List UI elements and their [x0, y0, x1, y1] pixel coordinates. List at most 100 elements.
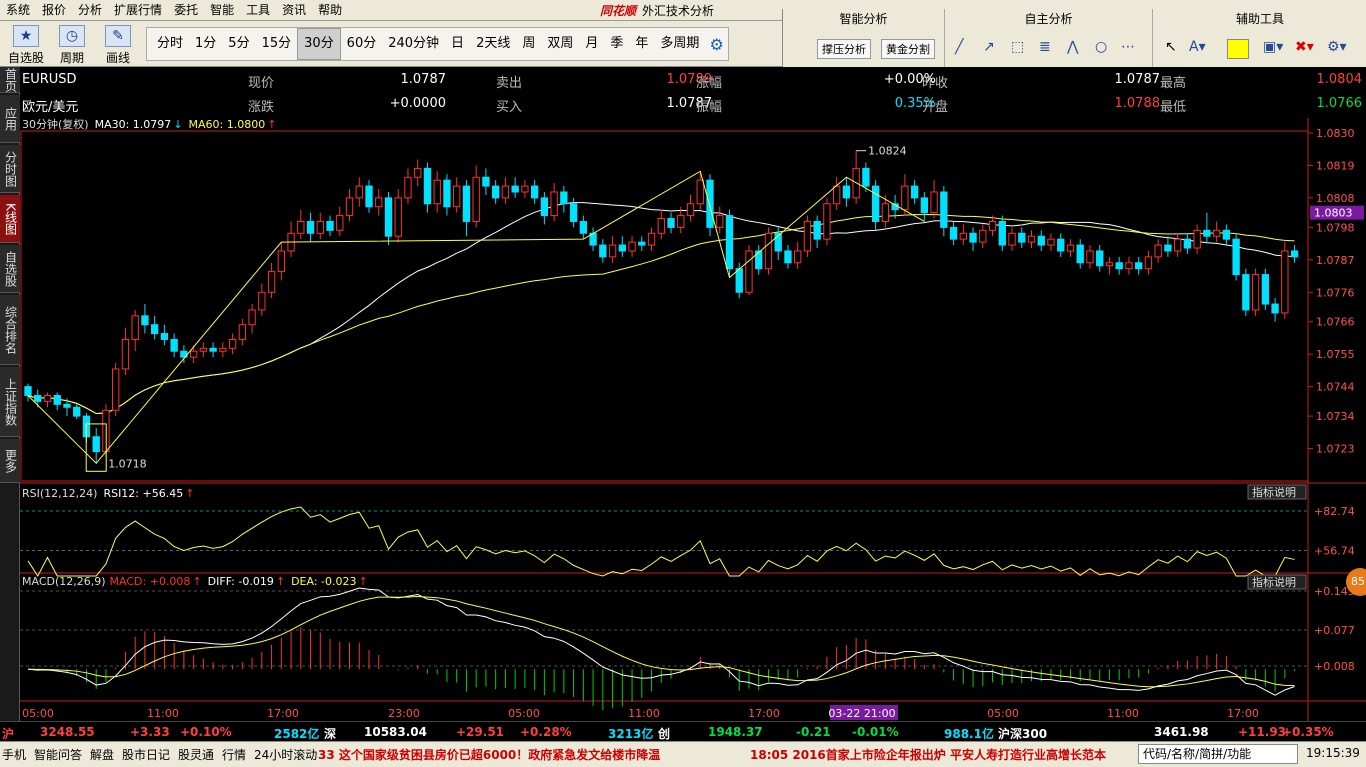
period-tab[interactable]: 240分钟: [382, 29, 445, 59]
menu-item[interactable]: 系统: [0, 0, 36, 21]
period-tab[interactable]: 5分: [222, 29, 255, 59]
index-value: +0.35%: [1282, 725, 1334, 739]
period-tab[interactable]: 季: [604, 29, 629, 59]
rect-tool-icon[interactable]: ⬚: [1011, 39, 1024, 55]
period-button[interactable]: ◷ 周期: [52, 25, 92, 66]
news-ticker-2[interactable]: 18:05 2016首家上市险企年报出炉 平安人寿打造行业高增长范本: [750, 746, 1106, 763]
news-ticker[interactable]: 33 这个国家级贫困县房价已超6000！政府紧急发文给楼市降温: [318, 746, 660, 763]
candle: [121, 327, 130, 375]
candle: [755, 245, 763, 275]
candle: [326, 215, 334, 237]
bottom-nav-item[interactable]: 解盘: [90, 746, 114, 763]
candle: [1047, 233, 1055, 251]
left-tab[interactable]: K线图: [0, 195, 20, 243]
candle: [823, 197, 831, 246]
candle: [1242, 268, 1250, 316]
self-analysis-title: 自主分析: [1024, 12, 1073, 26]
notification-badge[interactable]: 85: [1346, 568, 1366, 596]
channel-tool-icon[interactable]: ≣: [1039, 39, 1051, 55]
indicator-help-button[interactable]: 指标说明: [1247, 484, 1307, 500]
quote-label: 最高: [1160, 76, 1187, 91]
period-tab[interactable]: 15分: [256, 29, 298, 59]
menu-item[interactable]: 工具: [240, 0, 276, 21]
index-value: 沪: [2, 727, 15, 741]
left-tab[interactable]: 自选股: [0, 245, 20, 293]
wave-tool-icon[interactable]: ⋀: [1067, 39, 1078, 55]
period-tab[interactable]: 日: [445, 29, 470, 59]
menu-item[interactable]: 分析: [72, 0, 108, 21]
save-icon[interactable]: ▣▾: [1263, 39, 1283, 55]
period-tab[interactable]: 30分: [297, 28, 341, 60]
indicator-help-button[interactable]: 指标说明: [1247, 574, 1307, 590]
period-tab[interactable]: 2天线: [470, 29, 516, 59]
draw-button[interactable]: ✎ 画线: [98, 25, 138, 66]
candle: [1076, 239, 1084, 269]
left-tab[interactable]: 更多: [0, 439, 20, 483]
bottom-nav-item[interactable]: 股灵通: [178, 746, 214, 763]
period-tab[interactable]: 多周期: [654, 29, 705, 59]
kline-chart[interactable]: 1.0830 1.0819 1.0808 1.0798 1.0787 1.0776 1.07…: [20, 118, 1366, 721]
index-value: 988.1亿: [944, 727, 994, 741]
quote-label: 买入: [496, 100, 523, 115]
menu-item[interactable]: 资讯: [276, 0, 312, 21]
cursor-icon[interactable]: ↖: [1165, 39, 1177, 55]
candle: [482, 168, 490, 195]
color-picker-icon[interactable]: [1227, 39, 1249, 59]
favorites-button[interactable]: ★ 自选股: [6, 25, 46, 66]
bottom-bar: 33 这个国家级贫困县房价已超6000！政府紧急发文给楼市降温 18:05 20…: [0, 741, 1366, 767]
bottom-nav-item[interactable]: 行情: [222, 746, 246, 763]
dea-value-label: DEA: -0.023: [291, 575, 356, 588]
left-tab[interactable]: 首页: [0, 67, 20, 93]
period-tab[interactable]: 月: [579, 29, 604, 59]
left-tab[interactable]: 应用: [0, 95, 20, 143]
quote-value: 1.0804: [1316, 72, 1363, 87]
period-tab[interactable]: 双周: [541, 29, 579, 59]
candle: [443, 174, 451, 216]
search-input[interactable]: 代码/名称/简拼/功能: [1138, 744, 1298, 764]
aux-tools-title: 辅助工具: [1235, 12, 1284, 26]
circle-tool-icon[interactable]: ○: [1095, 39, 1107, 55]
bottom-nav-item[interactable]: 智能问答: [34, 746, 82, 763]
more-tools-icon[interactable]: ⋯: [1121, 39, 1135, 55]
y-tick-label: 1.0798: [1316, 221, 1355, 234]
bottom-nav-item[interactable]: 24小时滚动: [254, 746, 317, 763]
line-tool-icon[interactable]: ╱: [955, 39, 963, 55]
candle: [871, 180, 880, 231]
candle: [1173, 233, 1182, 257]
menu-item[interactable]: 报价: [36, 0, 72, 21]
candle: [716, 206, 724, 234]
menu-item[interactable]: 委托: [168, 0, 204, 21]
settings-icon[interactable]: ⚙▾: [1327, 39, 1347, 55]
period-tab[interactable]: 分时: [151, 29, 189, 59]
candle: [150, 315, 159, 340]
left-tab[interactable]: 分时图: [0, 145, 20, 193]
gear-icon[interactable]: ⚙: [709, 35, 723, 54]
text-tool-icon[interactable]: A▾: [1189, 39, 1206, 55]
candle: [73, 404, 81, 420]
period-tab[interactable]: 周: [516, 29, 541, 59]
candle: [1027, 230, 1036, 249]
candle: [414, 159, 422, 187]
ray-tool-icon[interactable]: ↗: [983, 39, 995, 55]
left-tab[interactable]: 综合排名: [0, 295, 20, 365]
candle: [832, 177, 841, 210]
delete-icon[interactable]: ✖▾: [1295, 39, 1314, 55]
support-resistance-button[interactable]: 撑压分析: [817, 39, 871, 59]
candle: [316, 212, 324, 240]
menu-item[interactable]: 帮助: [312, 0, 348, 21]
bottom-nav-item[interactable]: 手机: [2, 746, 26, 763]
index-value: 沪深300: [998, 727, 1048, 741]
candle: [560, 186, 568, 213]
period-tab[interactable]: 年: [629, 29, 654, 59]
menu-item[interactable]: 智能: [204, 0, 240, 21]
x-tick-label: 03-22 21:00: [828, 707, 895, 720]
bottom-nav-item[interactable]: 股市日记: [122, 746, 170, 763]
menu-item[interactable]: 扩展行情: [108, 0, 168, 21]
low-label: 1.0718: [108, 457, 147, 470]
period-tab[interactable]: 60分: [341, 29, 383, 59]
period-tab[interactable]: 1分: [189, 29, 222, 59]
golden-section-button[interactable]: 黄金分割: [881, 39, 935, 59]
index-value: 创: [658, 727, 671, 741]
index-value: +11.93: [1238, 725, 1287, 739]
left-tab[interactable]: 上证指数: [0, 367, 20, 437]
